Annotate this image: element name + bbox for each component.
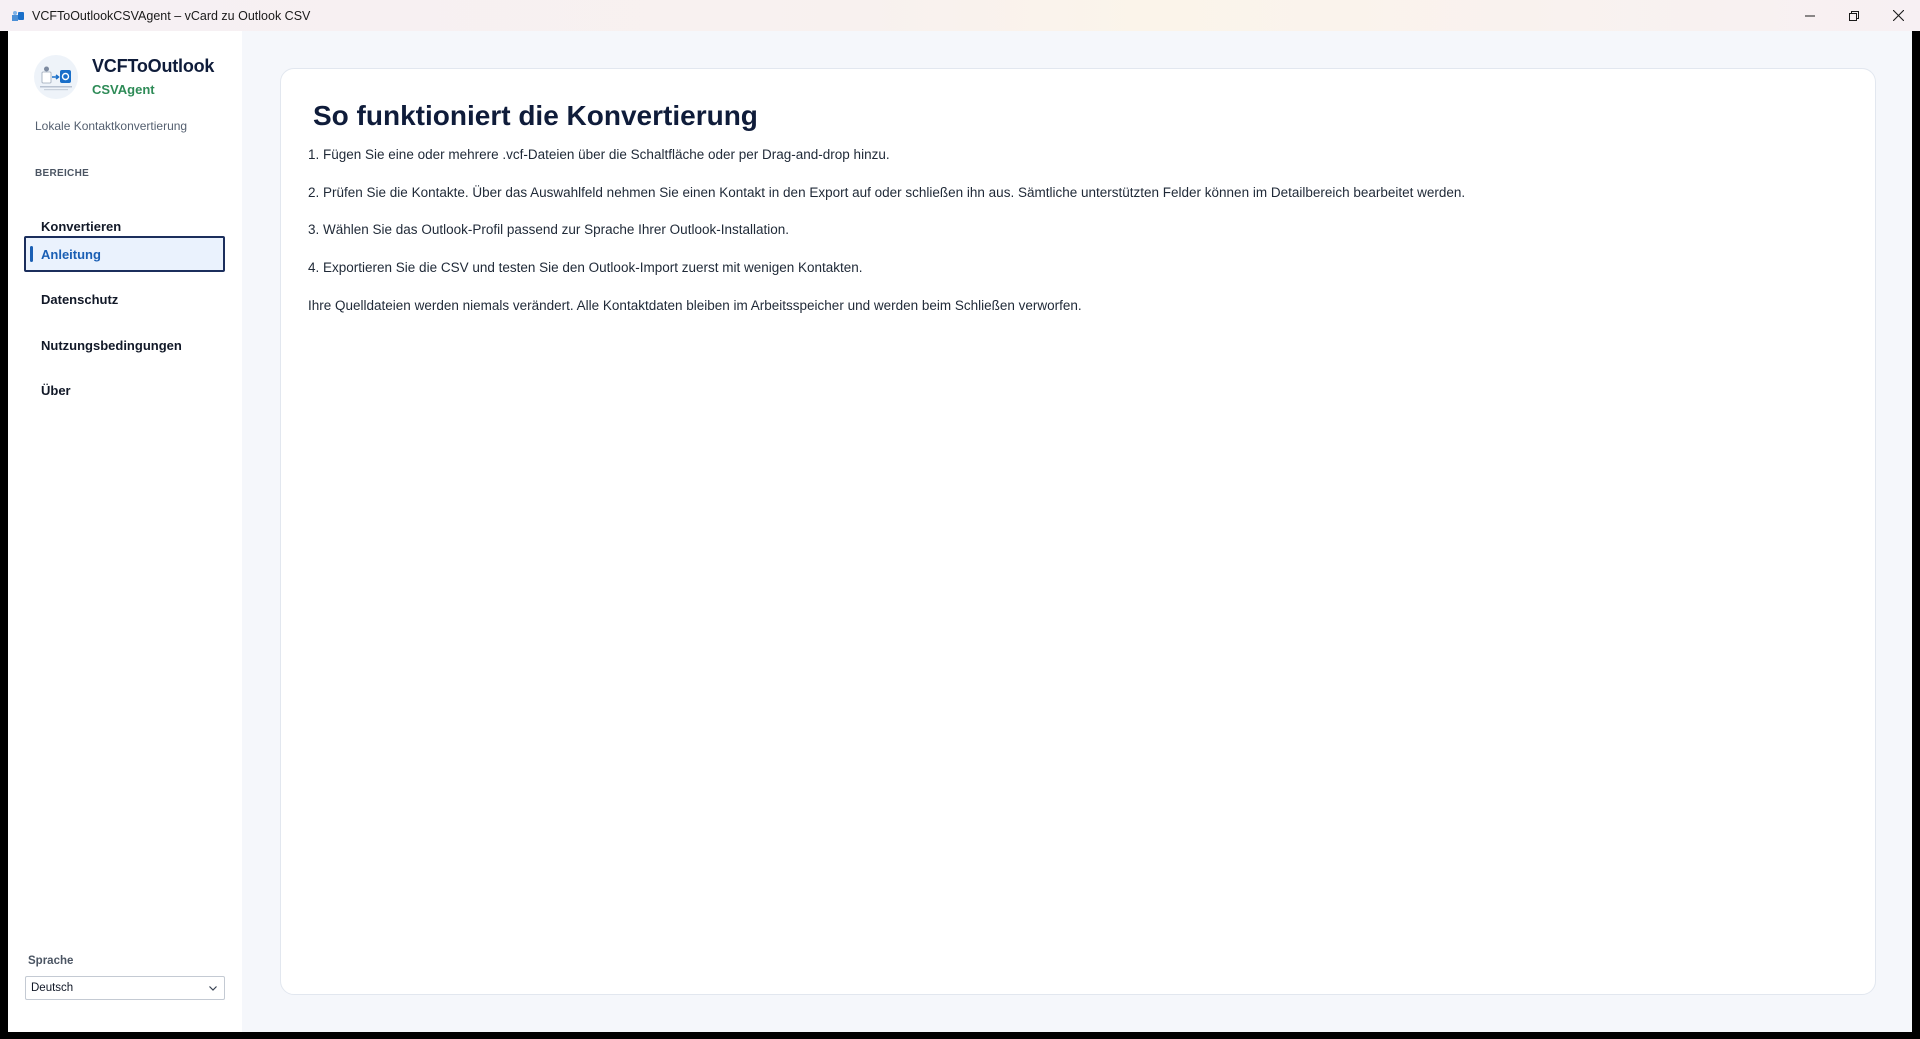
- app-icon: [11, 9, 25, 23]
- title-bar: VCFToOutlookCSVAgent – vCard zu Outlook …: [0, 0, 1920, 31]
- sidebar-item-label: Konvertieren: [41, 218, 122, 234]
- minimize-icon: [1805, 11, 1815, 21]
- sidebar-item-datenschutz[interactable]: Datenschutz: [24, 281, 225, 317]
- brand-title: VCFToOutlook: [92, 56, 215, 76]
- sidebar-item-label: Über: [41, 382, 71, 398]
- language-select[interactable]: Deutsch: [25, 976, 225, 1000]
- app-window: VCFToOutlook CSVAgent Lokale Kontaktkonv…: [8, 31, 1912, 1032]
- privacy-note: Ihre Quelldateien werden niemals verände…: [308, 298, 1082, 313]
- sidebar-item-label: Datenschutz: [41, 291, 119, 307]
- tagline: Lokale Kontaktkonvertierung: [35, 119, 188, 133]
- language-value: Deutsch: [31, 982, 74, 994]
- close-button[interactable]: [1876, 0, 1920, 31]
- sidebar-item-label: Nutzungsbedingungen: [41, 337, 182, 353]
- page-title: So funktioniert die Konvertierung: [313, 100, 758, 131]
- step-1: 1. Fügen Sie eine oder mehrere .vcf-Date…: [308, 147, 890, 162]
- close-icon: [1892, 10, 1904, 21]
- section-label: BEREICHE: [35, 168, 90, 179]
- content-card: So funktioniert die Konvertierung 1. Füg…: [280, 68, 1876, 995]
- brand-subtitle: CSVAgent: [92, 82, 155, 97]
- sidebar-item-nutzungsbedingungen[interactable]: Nutzungsbedingungen: [24, 327, 225, 363]
- window-title: VCFToOutlookCSVAgent – vCard zu Outlook …: [32, 8, 311, 23]
- restore-button[interactable]: [1832, 0, 1876, 31]
- minimize-button[interactable]: [1788, 0, 1832, 31]
- language-label: Sprache: [28, 955, 74, 967]
- step-3: 3. Wählen Sie das Outlook-Profil passend…: [308, 222, 789, 237]
- restore-icon: [1849, 10, 1859, 21]
- chevron-down-icon: [207, 982, 219, 997]
- step-4: 4. Exportieren Sie die CSV und testen Si…: [308, 260, 863, 275]
- active-indicator: [30, 246, 33, 262]
- logo-icon: [34, 55, 78, 99]
- sidebar-item-ueber[interactable]: Über: [24, 372, 225, 408]
- sidebar-item-anleitung[interactable]: Anleitung: [24, 236, 225, 272]
- sidebar-item-label: Anleitung: [41, 246, 101, 262]
- step-2: 2. Prüfen Sie die Kontakte. Über das Aus…: [308, 185, 1466, 200]
- brand: VCFToOutlook CSVAgent: [34, 55, 214, 99]
- sidebar: VCFToOutlook CSVAgent Lokale Kontaktkonv…: [8, 31, 242, 1032]
